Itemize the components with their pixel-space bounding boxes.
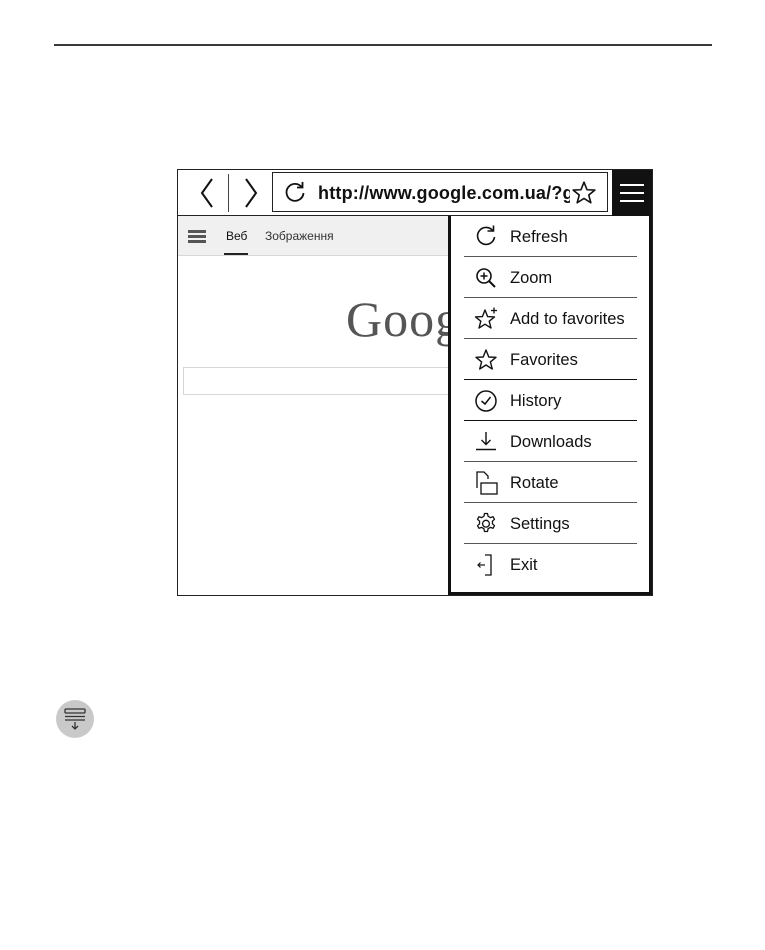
- menu-item-history[interactable]: History: [464, 380, 637, 421]
- menu-item-label: Refresh: [510, 228, 568, 246]
- tab-images[interactable]: Зображення: [265, 229, 334, 243]
- menu-item-label: Rotate: [510, 474, 559, 492]
- menu-item-refresh[interactable]: Refresh: [464, 216, 637, 257]
- menu-item-downloads[interactable]: Downloads: [464, 421, 637, 462]
- menu-item-favorites[interactable]: Favorites: [464, 339, 637, 380]
- menu-item-label: History: [510, 392, 562, 410]
- active-tab-underline: [224, 253, 248, 255]
- chevron-left-icon: [200, 178, 213, 208]
- menu-item-label: Downloads: [510, 433, 592, 451]
- menu-button[interactable]: [612, 170, 652, 216]
- refresh-icon: [476, 225, 496, 246]
- rotate-icon: [476, 471, 498, 495]
- list-download-glyph: [64, 708, 86, 730]
- chevron-right-icon: [245, 178, 258, 208]
- menu-item-label: Settings: [510, 515, 570, 533]
- tab-web[interactable]: Веб: [226, 229, 247, 243]
- zoom-in-icon: [476, 268, 496, 288]
- hamburger-menu-icon: [620, 184, 644, 202]
- add-star-icon: [474, 307, 497, 329]
- exit-icon: [477, 554, 492, 576]
- menu-item-exit[interactable]: Exit: [464, 544, 637, 585]
- menu-item-label: Add to favorites: [510, 310, 625, 328]
- menu-item-label: Zoom: [510, 269, 553, 287]
- star-icon: [475, 349, 497, 370]
- nav-divider: [228, 174, 229, 212]
- browser-toolbar: http://www.google.com.ua/?g: [178, 170, 652, 216]
- top-rule: [54, 44, 712, 46]
- forward-button[interactable]: [230, 174, 272, 212]
- clock-icon: [475, 390, 497, 412]
- back-button[interactable]: [186, 174, 228, 212]
- star-icon[interactable]: [571, 180, 597, 206]
- search-input[interactable]: [183, 367, 483, 395]
- menu-item-label: Favorites: [510, 351, 578, 369]
- browser-screen: http://www.google.com.ua/?g Веб Зображен…: [177, 169, 653, 596]
- menu-item-label: Exit: [510, 556, 538, 574]
- download-icon: [476, 432, 496, 451]
- menu-item-add-to-favorites[interactable]: Add to favorites: [464, 298, 637, 339]
- google-menu-icon[interactable]: [188, 230, 206, 243]
- download-list-icon: [56, 700, 94, 738]
- address-bar[interactable]: http://www.google.com.ua/?g: [272, 172, 608, 212]
- gear-icon: [476, 512, 496, 533]
- menu-item-settings[interactable]: Settings: [464, 503, 637, 544]
- refresh-icon[interactable]: [283, 181, 307, 205]
- url-text[interactable]: http://www.google.com.ua/?g: [318, 183, 570, 204]
- browser-menu-dropdown: Refresh Zoom Add to favorites Favorites …: [448, 216, 652, 595]
- menu-item-rotate[interactable]: Rotate: [464, 462, 637, 503]
- menu-item-zoom[interactable]: Zoom: [464, 257, 637, 298]
- google-logo: Goog: [346, 291, 462, 347]
